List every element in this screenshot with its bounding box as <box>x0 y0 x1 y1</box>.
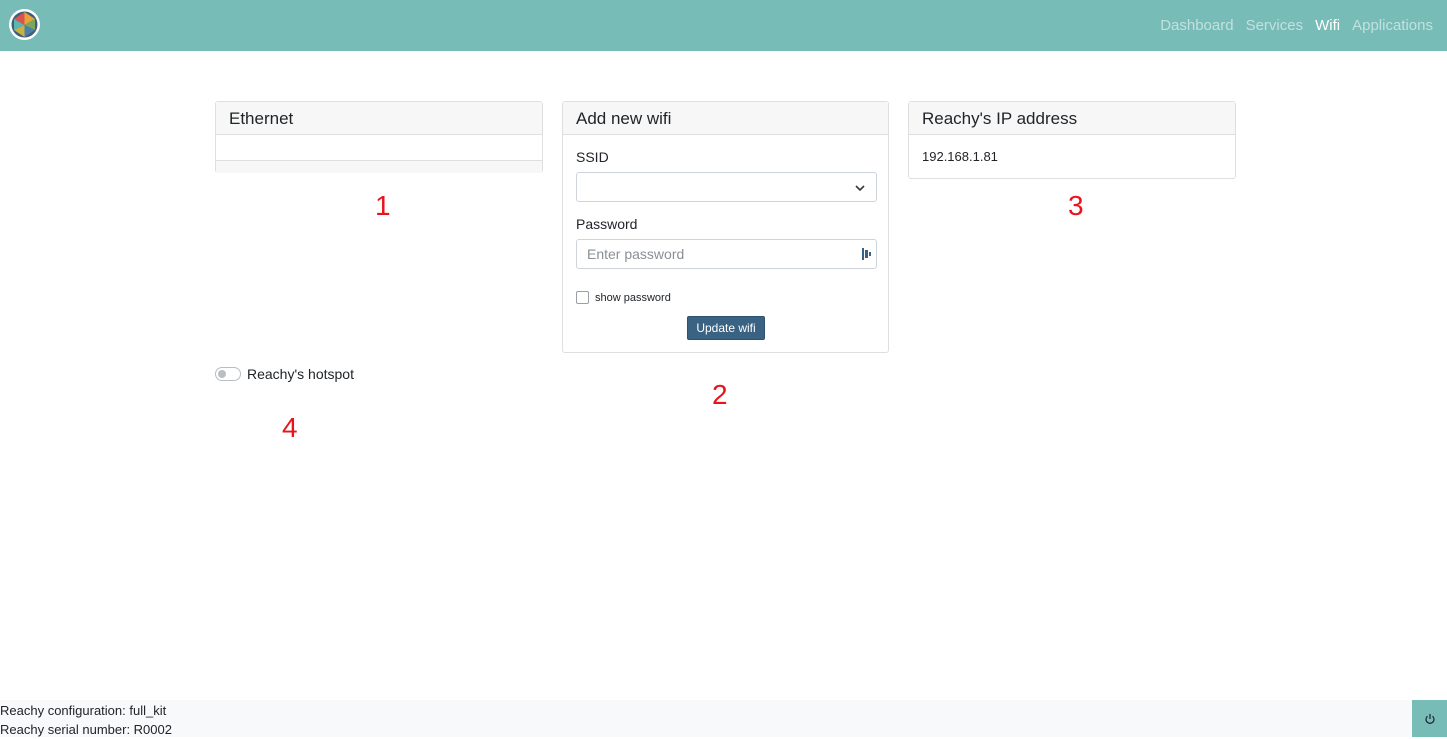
ethernet-card-footer <box>216 161 542 173</box>
show-password-label: show password <box>595 291 671 304</box>
hotspot-toggle[interactable] <box>215 367 241 381</box>
hotspot-label: Reachy's hotspot <box>247 366 354 382</box>
reachy-logo-icon[interactable] <box>8 8 41 41</box>
nav-services[interactable]: Services <box>1240 17 1310 34</box>
password-field[interactable] <box>576 239 877 269</box>
ssid-label: SSID <box>576 149 609 165</box>
reachy-configuration: Reachy configuration: full_kit <box>0 703 167 718</box>
navbar: Dashboard Services Wifi Applications <box>0 0 1447 51</box>
annotation-2: 2 <box>712 379 728 410</box>
ethernet-card-title: Ethernet <box>216 102 542 135</box>
power-icon <box>1424 713 1435 724</box>
nav-applications[interactable]: Applications <box>1346 17 1439 34</box>
password-label: Password <box>576 216 638 232</box>
password-manager-icon[interactable] <box>862 248 872 260</box>
nav-dashboard[interactable]: Dashboard <box>1154 17 1239 34</box>
nav-wifi[interactable]: Wifi <box>1309 17 1346 34</box>
add-wifi-card-title: Add new wifi <box>563 102 888 135</box>
annotation-1: 1 <box>375 190 391 221</box>
nav-links: Dashboard Services Wifi Applications <box>1154 0 1439 51</box>
add-wifi-form: SSID Password show password <box>563 135 888 304</box>
toggle-knob <box>218 370 226 378</box>
ssid-select[interactable] <box>576 172 877 202</box>
annotation-4: 4 <box>282 412 298 443</box>
chevron-down-icon <box>855 185 865 192</box>
annotation-3: 3 <box>1068 190 1084 221</box>
footer: Reachy configuration: full_kit Reachy se… <box>0 700 1447 737</box>
show-password-checkbox[interactable] <box>576 291 589 304</box>
power-button[interactable] <box>1412 700 1447 737</box>
show-password-row: show password <box>576 291 875 304</box>
ip-address-card-title: Reachy's IP address <box>909 102 1235 135</box>
password-input[interactable] <box>577 240 847 268</box>
ip-address-value: 192.168.1.81 <box>922 149 998 164</box>
reachy-serial-number: Reachy serial number: R0002 <box>0 722 172 737</box>
hotspot-toggle-row: Reachy's hotspot <box>215 366 354 382</box>
ethernet-card: Ethernet <box>215 101 543 173</box>
ip-address-card: Reachy's IP address 192.168.1.81 <box>908 101 1236 179</box>
ethernet-card-body <box>216 135 542 161</box>
footer-info: Reachy configuration: full_kit Reachy se… <box>0 701 172 739</box>
add-wifi-card: Add new wifi SSID Password show password… <box>562 101 889 353</box>
update-wifi-button[interactable]: Update wifi <box>687 316 765 340</box>
